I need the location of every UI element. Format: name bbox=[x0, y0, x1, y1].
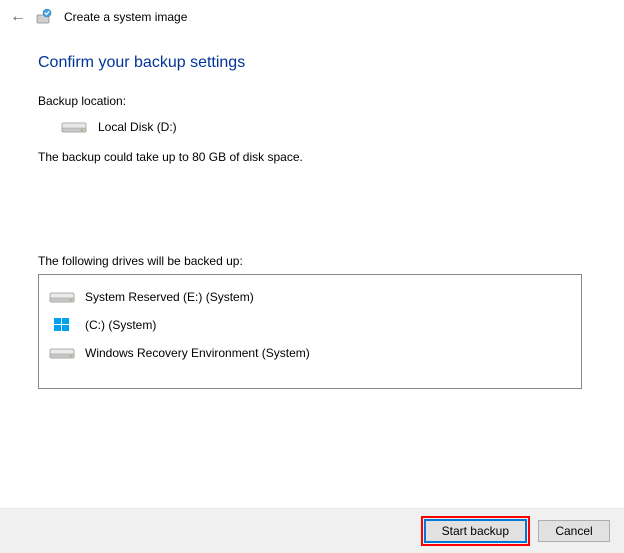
page-heading: Confirm your backup settings bbox=[38, 54, 586, 72]
drives-list-label: The following drives will be backed up: bbox=[38, 254, 586, 268]
cancel-button[interactable]: Cancel bbox=[538, 520, 610, 542]
backup-location-label: Backup location: bbox=[38, 94, 586, 108]
drive-name: Windows Recovery Environment (System) bbox=[85, 346, 310, 360]
content-area: Confirm your backup settings Backup loca… bbox=[0, 32, 624, 389]
back-arrow-icon[interactable]: ← bbox=[10, 9, 26, 25]
list-item: Windows Recovery Environment (System) bbox=[47, 339, 573, 367]
drive-name: System Reserved (E:) (System) bbox=[85, 290, 254, 304]
list-item: (C:) (System) bbox=[47, 311, 573, 339]
backup-location-row: Local Disk (D:) bbox=[60, 118, 586, 136]
footer-bar: Start backup Cancel bbox=[0, 508, 624, 553]
backup-location-value: Local Disk (D:) bbox=[98, 120, 177, 134]
list-item: System Reserved (E:) (System) bbox=[47, 283, 573, 311]
drive-name: (C:) (System) bbox=[85, 318, 156, 332]
windows-icon bbox=[49, 316, 75, 334]
hdd-icon bbox=[60, 118, 88, 136]
drives-listbox: System Reserved (E:) (System) (C:) (Syst… bbox=[38, 274, 582, 389]
hdd-icon bbox=[49, 344, 75, 362]
hdd-icon bbox=[49, 288, 75, 306]
window-title: Create a system image bbox=[64, 10, 187, 24]
start-backup-highlight: Start backup bbox=[421, 516, 530, 546]
system-image-icon bbox=[36, 8, 54, 26]
size-info-text: The backup could take up to 80 GB of dis… bbox=[38, 150, 586, 164]
start-backup-button[interactable]: Start backup bbox=[425, 520, 526, 542]
title-bar: ← Create a system image bbox=[0, 0, 624, 32]
